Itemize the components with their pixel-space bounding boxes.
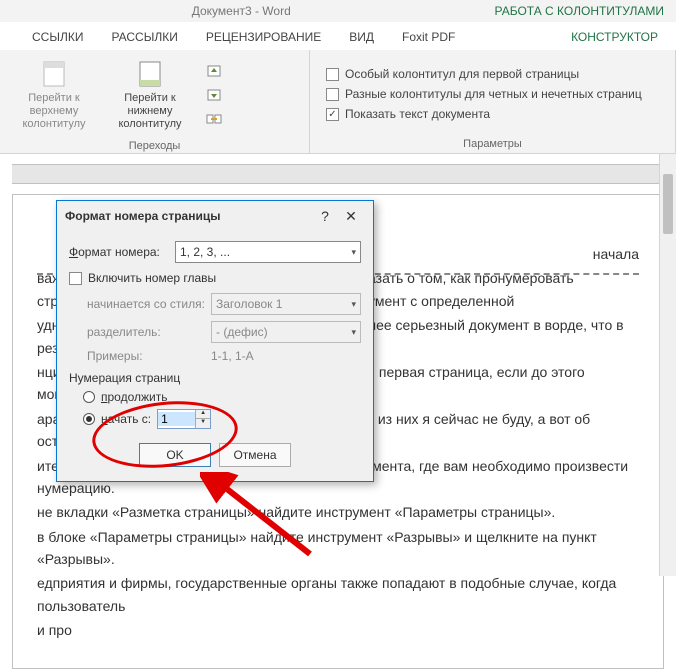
ok-button[interactable]: OK: [139, 443, 211, 467]
checkbox-icon: [326, 88, 339, 101]
goto-header-label: Перейти к верхнему колонтитулу: [8, 92, 100, 132]
tab-mailings[interactable]: РАССЫЛКИ: [97, 24, 191, 50]
format-label: ФФормат номера:ормат номера:: [69, 245, 169, 259]
prev-icon: [206, 63, 222, 79]
goto-footer-label: Перейти к нижнему колонтитулу: [104, 92, 196, 132]
next-section-button[interactable]: [202, 84, 226, 106]
footer-icon: [134, 58, 166, 90]
chevron-down-icon: ▾: [351, 299, 356, 310]
separator-dropdown: - (дефис) ▾: [211, 321, 361, 343]
checkbox-icon: [326, 68, 339, 81]
title-bar: Документ3 - Word РАБОТА С КОЛОНТИТУЛАМИ: [0, 0, 676, 22]
tab-foxit[interactable]: Foxit PDF: [388, 24, 469, 50]
radio-icon: [83, 391, 95, 403]
tab-review[interactable]: РЕЦЕНЗИРОВАНИЕ: [192, 24, 335, 50]
text-line: в блоке «Параметры страницы» найдите инс…: [37, 526, 639, 571]
checkbox-icon: [69, 272, 82, 285]
cancel-button[interactable]: Отмена: [219, 443, 291, 467]
radio-checked-icon: [83, 413, 95, 425]
text-line: едприятия и фирмы, государственные орган…: [37, 572, 639, 617]
goto-footer-button[interactable]: Перейти к нижнему колонтитулу: [102, 54, 198, 136]
different-odd-even-checkbox[interactable]: Разные колонтитулы для четных и нечетных…: [326, 87, 642, 101]
page-numbering-group: Нумерация страниц: [69, 371, 361, 385]
help-button[interactable]: ?: [313, 208, 337, 224]
examples-value: 1-1, 1-A: [211, 349, 254, 363]
next-icon: [206, 87, 222, 103]
dialog-title: Формат номера страницы: [65, 209, 313, 223]
starts-style-value: Заголовок 1: [216, 297, 282, 311]
chapter-style-dropdown: Заголовок 1 ▾: [211, 293, 361, 315]
ribbon-tabs: ССЫЛКИ РАССЫЛКИ РЕЦЕНЗИРОВАНИЕ ВИД Foxit…: [0, 22, 676, 50]
dialog-titlebar[interactable]: Формат номера страницы ? ✕: [57, 201, 373, 231]
chevron-down-icon: ▾: [351, 247, 356, 258]
include-chapter-label: Включить номер главы: [88, 271, 216, 285]
different-first-page-checkbox[interactable]: Особый колонтитул для первой страницы: [326, 67, 642, 81]
tab-design[interactable]: КОНСТРУКТОР: [553, 24, 676, 50]
page-number-format-dialog: Формат номера страницы ? ✕ ФФормат номер…: [56, 200, 374, 482]
start-at-radio[interactable]: начать с: начать с: 1 ▲ ▼: [83, 409, 361, 429]
format-value: 1, 2, 3, ...: [180, 245, 230, 259]
tab-view[interactable]: ВИД: [335, 24, 388, 50]
ribbon-body: Перейти к верхнему колонтитулу Перейти к…: [0, 50, 676, 154]
examples-label: Примеры:: [87, 349, 205, 363]
document-title: Документ3 - Word: [0, 4, 483, 18]
text-line: не вкладки «Разметка страницы» найдите и…: [37, 501, 639, 523]
include-chapter-checkbox[interactable]: Включить номер главы: [69, 271, 361, 285]
close-button[interactable]: ✕: [337, 208, 365, 225]
start-at-label: начать с:: [101, 412, 151, 426]
continue-radio[interactable]: продолжить продолжить: [83, 390, 361, 404]
link-previous-button[interactable]: [202, 108, 226, 130]
vertical-scrollbar[interactable]: [659, 154, 676, 576]
starts-style-label: начинается со стиля:: [87, 297, 205, 311]
header-icon: [38, 58, 70, 90]
prev-section-button[interactable]: [202, 60, 226, 82]
spin-down-button[interactable]: ▼: [196, 419, 210, 428]
scrollbar-thumb[interactable]: [663, 174, 673, 234]
separator-label: разделитель:: [87, 325, 205, 339]
page-gap: [12, 164, 664, 184]
chevron-down-icon: ▾: [351, 327, 356, 338]
group-params-label: Параметры: [310, 138, 675, 153]
different-first-label: Особый колонтитул для первой страницы: [345, 67, 579, 81]
link-icon: [206, 111, 222, 127]
different-odd-even-label: Разные колонтитулы для четных и нечетных…: [345, 87, 642, 101]
contextual-tab-label: РАБОТА С КОЛОНТИТУЛАМИ: [483, 4, 676, 18]
number-format-dropdown[interactable]: 1, 2, 3, ... ▾: [175, 241, 361, 263]
show-document-label: Показать текст документа: [345, 107, 490, 121]
start-at-spinner[interactable]: 1 ▲ ▼: [157, 409, 211, 429]
tab-links[interactable]: ССЫЛКИ: [18, 24, 97, 50]
text-line: и про: [37, 619, 639, 641]
continue-label: продолжить: [101, 390, 167, 404]
goto-header-button[interactable]: Перейти к верхнему колонтитулу: [6, 54, 102, 136]
show-document-text-checkbox[interactable]: ✓ Показать текст документа: [326, 107, 642, 121]
group-nav-label: Переходы: [0, 140, 309, 155]
separator-value: - (дефис): [216, 325, 268, 339]
start-at-value[interactable]: 1: [158, 412, 195, 426]
spin-up-button[interactable]: ▲: [196, 410, 210, 419]
checkbox-checked-icon: ✓: [326, 108, 339, 121]
